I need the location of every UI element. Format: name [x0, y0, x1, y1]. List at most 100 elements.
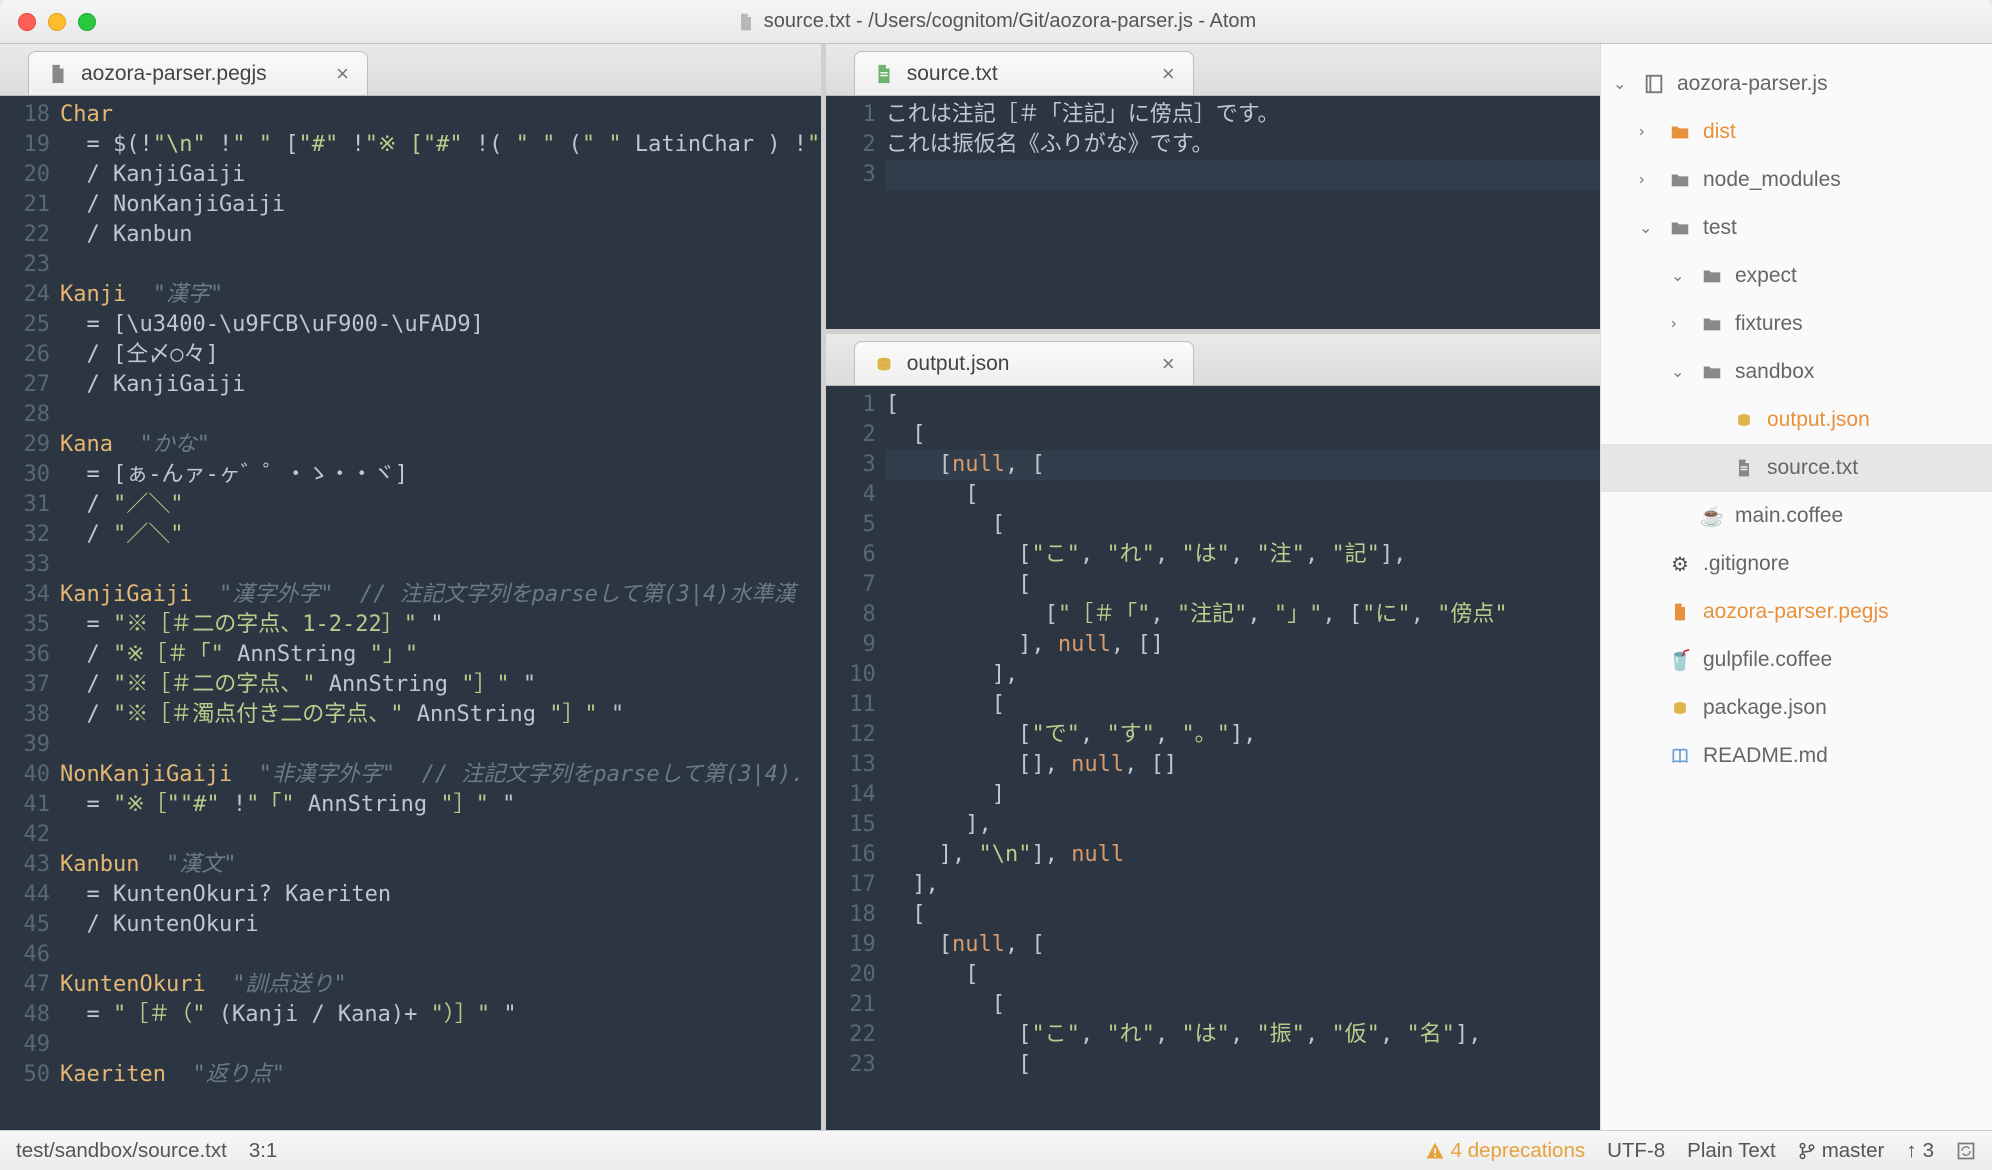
tree-item-test[interactable]: ⌄ test — [1601, 204, 1992, 252]
tree-item-package-json[interactable]: package.json — [1601, 684, 1992, 732]
chevron-icon[interactable]: ⌄ — [1671, 266, 1689, 286]
file-icon — [736, 12, 756, 32]
tree-item-main-coffee[interactable]: ☕main.coffee — [1601, 492, 1992, 540]
pane-right-top: source.txt × 123 これは注記［＃「注記」に傍点］です。これは振仮… — [826, 44, 1600, 334]
tab-aozora-parser[interactable]: aozora-parser.pegjs × — [28, 51, 368, 95]
status-ahead[interactable]: ↑ 3 — [1906, 1139, 1934, 1163]
tree-item-sandbox[interactable]: ⌄ sandbox — [1601, 348, 1992, 396]
json-icon — [1667, 698, 1693, 718]
file-code-icon — [47, 63, 69, 85]
pane-left: aozora-parser.pegjs × 181920212223242526… — [0, 44, 821, 1130]
chevron-icon[interactable] — [1671, 507, 1689, 525]
tree-item-label: test — [1703, 216, 1737, 240]
tab-label: source.txt — [907, 62, 998, 86]
close-window-button[interactable] — [18, 13, 36, 31]
tree-item-label: main.coffee — [1735, 504, 1843, 528]
chevron-icon[interactable] — [1639, 555, 1657, 573]
tab-label: output.json — [907, 352, 1010, 376]
tree-item-label: sandbox — [1735, 360, 1814, 384]
chevron-icon[interactable]: › — [1639, 123, 1657, 141]
tree-item-label: README.md — [1703, 744, 1828, 768]
chevron-icon[interactable]: ⌄ — [1613, 74, 1631, 94]
status-cursor[interactable]: 3:1 — [249, 1139, 278, 1163]
close-icon[interactable]: × — [1162, 61, 1175, 87]
chevron-icon[interactable] — [1703, 459, 1721, 477]
chevron-icon[interactable]: › — [1671, 315, 1689, 333]
gutter: 123 — [826, 96, 886, 329]
titlebar: source.txt - /Users/cognitom/Git/aozora-… — [0, 0, 1992, 44]
gear-icon: ⚙ — [1667, 552, 1693, 577]
code-area[interactable]: これは注記［＃「注記」に傍点］です。これは振仮名《ふりがな》です。 — [886, 96, 1600, 329]
tree-item-aozora-parser-js[interactable]: ⌄ aozora-parser.js — [1601, 60, 1992, 108]
tab-output-json[interactable]: output.json × — [854, 341, 1194, 385]
minimize-window-button[interactable] — [48, 13, 66, 31]
tree-item-dist[interactable]: › dist — [1601, 108, 1992, 156]
close-icon[interactable]: × — [336, 61, 349, 87]
tree-item-gulpfile-coffee[interactable]: 🥤 gulpfile.coffee — [1601, 636, 1992, 684]
tab-source-txt[interactable]: source.txt × — [854, 51, 1194, 95]
tabbar-right-bottom: output.json × — [826, 334, 1600, 386]
tree-item--gitignore[interactable]: ⚙ .gitignore — [1601, 540, 1992, 588]
window-controls — [0, 13, 96, 31]
tree-item-readme-md[interactable]: README.md — [1601, 732, 1992, 780]
tree-item-label: gulpfile.coffee — [1703, 648, 1832, 672]
arrow-up-icon: ↑ — [1906, 1139, 1916, 1163]
gutter: 1234567891011121314151617181920212223 — [826, 386, 886, 1130]
tree-item-output-json[interactable]: output.json — [1601, 396, 1992, 444]
window-title: source.txt - /Users/cognitom/Git/aozora-… — [0, 10, 1992, 33]
folder-icon — [1667, 217, 1693, 239]
status-bar: test/sandbox/source.txt 3:1 4 deprecatio… — [0, 1130, 1992, 1170]
warning-icon — [1425, 1141, 1445, 1161]
tree-item-label: output.json — [1767, 408, 1870, 432]
tree-item-expect[interactable]: ⌄expect — [1601, 252, 1992, 300]
editor-right-top[interactable]: 123 これは注記［＃「注記」に傍点］です。これは振仮名《ふりがな》です。 — [826, 96, 1600, 329]
folder-icon — [1667, 169, 1693, 191]
status-encoding[interactable]: UTF-8 — [1607, 1139, 1665, 1163]
folder-icon — [1699, 265, 1725, 287]
tree-item-label: aozora-parser.js — [1677, 72, 1828, 96]
tree-item-aozora-parser-pegjs[interactable]: aozora-parser.pegjs — [1601, 588, 1992, 636]
chevron-icon[interactable]: › — [1639, 171, 1657, 189]
gulp-icon: 🥤 — [1667, 648, 1693, 673]
chevron-icon[interactable]: ⌄ — [1671, 362, 1689, 382]
chevron-icon[interactable]: ⌄ — [1639, 218, 1657, 238]
editor-right-bottom[interactable]: 1234567891011121314151617181920212223 [ … — [826, 386, 1600, 1130]
chevron-icon[interactable] — [1639, 603, 1657, 621]
json-icon — [1731, 410, 1757, 430]
folder-icon — [1667, 121, 1693, 143]
editor-left[interactable]: 1819202122232425262728293031323334353637… — [0, 96, 821, 1130]
status-deprecations[interactable]: 4 deprecations — [1425, 1139, 1585, 1163]
text-icon — [1731, 458, 1757, 478]
folder-icon — [1699, 361, 1725, 383]
file-text-icon — [873, 63, 895, 85]
tree-item-label: fixtures — [1735, 312, 1803, 336]
code-area[interactable]: [ [ [null, [ [ [ ["こ", "れ", "は", "注", "記… — [886, 386, 1600, 1130]
folder-icon — [1699, 313, 1725, 335]
chevron-icon[interactable] — [1639, 747, 1657, 765]
chevron-icon[interactable] — [1639, 651, 1657, 669]
tree-item-label: aozora-parser.pegjs — [1703, 600, 1889, 624]
zoom-window-button[interactable] — [78, 13, 96, 31]
close-icon[interactable]: × — [1162, 351, 1175, 377]
book-icon — [1667, 746, 1693, 766]
tree-view[interactable]: ⌄ aozora-parser.js › dist › node_modules ⌄ test… — [1600, 44, 1992, 1130]
git-branch-icon — [1798, 1142, 1816, 1160]
tab-label: aozora-parser.pegjs — [81, 62, 267, 86]
status-git[interactable]: master — [1798, 1139, 1885, 1163]
code-area[interactable]: Char = $(!"\n" !" " ["#" !"※ ["#" !( " "… — [60, 96, 821, 1130]
chevron-icon[interactable] — [1703, 411, 1721, 429]
tree-item-label: .gitignore — [1703, 552, 1789, 576]
status-path[interactable]: test/sandbox/source.txt — [16, 1139, 227, 1163]
tree-item-source-txt[interactable]: source.txt — [1601, 444, 1992, 492]
tree-item-label: node_modules — [1703, 168, 1841, 192]
pane-right-bottom: output.json × 12345678910111213141516171… — [826, 334, 1600, 1130]
tree-item-label: dist — [1703, 120, 1736, 144]
tree-item-label: source.txt — [1767, 456, 1858, 480]
chevron-icon[interactable] — [1639, 699, 1657, 717]
code-icon — [1667, 602, 1693, 622]
status-sync-button[interactable] — [1956, 1141, 1976, 1161]
sync-icon — [1956, 1141, 1976, 1161]
tree-item-node-modules[interactable]: › node_modules — [1601, 156, 1992, 204]
tree-item-fixtures[interactable]: › fixtures — [1601, 300, 1992, 348]
status-grammar[interactable]: Plain Text — [1687, 1139, 1776, 1163]
